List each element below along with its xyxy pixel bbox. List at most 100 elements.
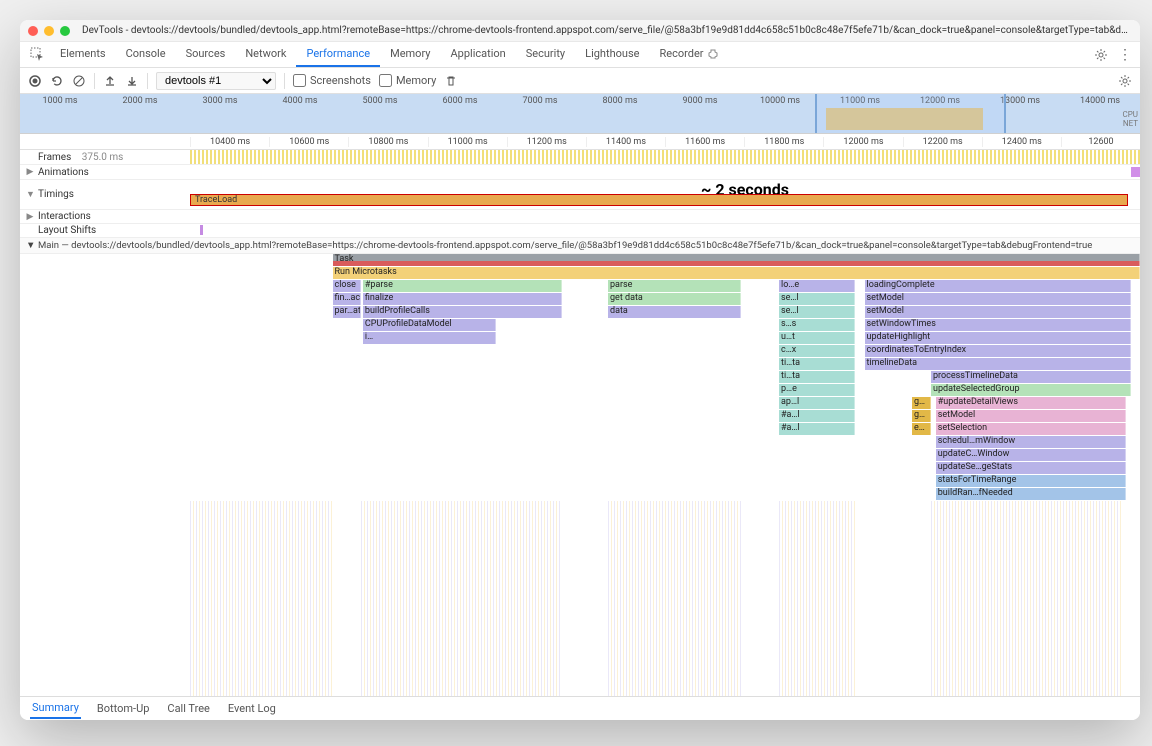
tab-sources[interactable]: Sources — [176, 42, 236, 67]
flame-bar[interactable]: statsForTimeRange — [936, 475, 1126, 487]
traceload-marker[interactable]: TraceLoad — [190, 194, 1128, 206]
flame-bar[interactable]: setModel — [936, 410, 1126, 422]
flame-bar[interactable]: i… — [363, 332, 496, 344]
flame-row: updateC…Window — [190, 449, 1140, 462]
perf-toolbar: devtools #1 Screenshots Memory — [20, 68, 1140, 94]
flame-bar[interactable]: processTimelineData — [931, 371, 1131, 383]
inspect-icon[interactable] — [24, 42, 50, 67]
flame-bar[interactable]: c…x — [779, 345, 855, 357]
tab-memory[interactable]: Memory — [380, 42, 440, 67]
tab-elements[interactable]: Elements — [50, 42, 116, 67]
flame-bar[interactable]: g… — [912, 410, 931, 422]
flame-bar[interactable]: lo…e — [779, 280, 855, 292]
flame-bar[interactable]: ti…ta — [779, 371, 855, 383]
window-title: DevTools - devtools://devtools/bundled/d… — [82, 25, 1132, 36]
flame-bar[interactable]: #parse — [363, 280, 563, 292]
tab-performance[interactable]: Performance — [296, 42, 380, 67]
flame-bar[interactable]: Run Microtasks — [333, 267, 1141, 279]
flame-row: fin…acefinalize get data se…l setModel — [190, 293, 1140, 306]
flame-bar[interactable]: ti…ta — [779, 358, 855, 370]
close-window-button[interactable] — [28, 26, 38, 36]
settings-icon[interactable] — [1094, 48, 1108, 62]
flame-bar[interactable]: par…at — [333, 306, 362, 318]
clear-icon[interactable] — [72, 74, 86, 88]
flame-bar[interactable]: se…l — [779, 293, 855, 305]
flame-row: close#parse parse lo…e loadingComplete — [190, 280, 1140, 293]
titlebar: DevTools - devtools://devtools/bundled/d… — [20, 20, 1140, 42]
flame-bar[interactable]: timelineData — [865, 358, 1131, 370]
flame-row: Task — [190, 254, 1140, 267]
flame-bar[interactable]: #updateDetailViews — [936, 397, 1126, 409]
flame-row: c…x coordinatesToEntryIndex — [190, 345, 1140, 358]
capture-settings-icon[interactable] — [1118, 74, 1132, 88]
flame-row: CPUProfileDataModel s…s setWindowTimes — [190, 319, 1140, 332]
track-timings[interactable]: ▼Timings ~ 2 seconds TraceLoad — [20, 180, 1140, 210]
details-tab-bottom-up[interactable]: Bottom-Up — [95, 699, 152, 718]
flame-bar[interactable]: updateSelectedGroup — [931, 384, 1131, 396]
flame-bar[interactable]: setModel — [865, 293, 1131, 305]
screenshots-checkbox[interactable]: Screenshots — [293, 74, 371, 87]
flame-bar[interactable]: ap…l — [779, 397, 855, 409]
flame-bar[interactable]: schedul…mWindow — [936, 436, 1126, 448]
flame-bar[interactable]: p…e — [779, 384, 855, 396]
trash-icon[interactable] — [444, 74, 458, 88]
flame-row: Run Microtasks — [190, 267, 1140, 280]
flame-bar[interactable]: updateSe…geStats — [936, 462, 1126, 474]
reload-icon[interactable] — [50, 74, 64, 88]
flame-bar[interactable]: e… — [912, 423, 931, 435]
flame-bar[interactable]: updateC…Window — [936, 449, 1126, 461]
upload-icon[interactable] — [103, 74, 117, 88]
track-interactions[interactable]: ▶Interactions — [20, 210, 1140, 224]
flame-bar[interactable]: #a…l — [779, 423, 855, 435]
flame-bar[interactable]: u…t — [779, 332, 855, 344]
flame-bar[interactable]: CPUProfileDataModel — [363, 319, 496, 331]
flame-chart[interactable]: TaskRun Microtasksclose#parse parse lo…e lo… — [20, 254, 1140, 696]
flame-row: par…atbuildProfileCalls data se…l setModel — [190, 306, 1140, 319]
track-layout-shifts[interactable]: Layout Shifts — [20, 224, 1140, 238]
details-tab-call-tree[interactable]: Call Tree — [165, 699, 211, 718]
timeline-overview[interactable]: 1000 ms2000 ms3000 ms4000 ms5000 ms6000 … — [20, 94, 1140, 134]
flame-bar[interactable]: parse — [608, 280, 741, 292]
tab-security[interactable]: Security — [516, 42, 575, 67]
tab-recorder[interactable]: Recorder — [649, 42, 727, 67]
flame-bar[interactable]: buildProfileCalls — [363, 306, 563, 318]
record-icon[interactable] — [28, 74, 42, 88]
flame-bar[interactable]: s…s — [779, 319, 855, 331]
flame-bar[interactable]: setWindowTimes — [865, 319, 1131, 331]
track-animations[interactable]: ▶Animations — [20, 165, 1140, 180]
flame-bar[interactable]: setSelection — [936, 423, 1126, 435]
details-tab-event-log[interactable]: Event Log — [226, 699, 278, 718]
session-select[interactable]: devtools #1 — [156, 72, 276, 90]
tracks: Frames 375.0 ms ▶Animations ▼Timings ~ 2… — [20, 150, 1140, 238]
download-icon[interactable] — [125, 74, 139, 88]
memory-checkbox[interactable]: Memory — [379, 74, 436, 87]
flame-bar[interactable]: fin…ace — [333, 293, 362, 305]
tab-lighthouse[interactable]: Lighthouse — [575, 42, 649, 67]
minimize-window-button[interactable] — [44, 26, 54, 36]
flame-bar[interactable]: se…l — [779, 306, 855, 318]
flame-row: p…e updateSelectedGroup — [190, 384, 1140, 397]
flame-bar[interactable]: get data — [608, 293, 741, 305]
zoom-window-button[interactable] — [60, 26, 70, 36]
tab-network[interactable]: Network — [235, 42, 296, 67]
details-tab-summary[interactable]: Summary — [30, 698, 81, 719]
flame-bar[interactable]: setModel — [865, 306, 1131, 318]
tab-application[interactable]: Application — [440, 42, 515, 67]
flame-bar[interactable]: Task — [333, 254, 1141, 266]
flame-bar[interactable]: coordinatesToEntryIndex — [865, 345, 1131, 357]
flame-row: schedul…mWindow — [190, 436, 1140, 449]
flame-bar[interactable]: #a…l — [779, 410, 855, 422]
flame-bar[interactable]: data — [608, 306, 741, 318]
flame-bar[interactable]: g… — [912, 397, 931, 409]
more-icon[interactable]: ⋮ — [1118, 47, 1132, 63]
flame-bar[interactable]: finalize — [363, 293, 563, 305]
flame-bar[interactable]: close — [333, 280, 362, 292]
tab-console[interactable]: Console — [116, 42, 176, 67]
track-frames[interactable]: Frames 375.0 ms — [20, 150, 1140, 165]
flame-row: #a…l e… setSelection — [190, 423, 1140, 436]
flame-bar[interactable]: buildRan…fNeeded — [936, 488, 1126, 500]
main-thread-header[interactable]: ▼Main — devtools://devtools/bundled/devt… — [20, 238, 1140, 254]
flame-bar[interactable]: updateHighlight — [865, 332, 1131, 344]
flame-row: i… u…t updateHighlight — [190, 332, 1140, 345]
flame-bar[interactable]: loadingComplete — [865, 280, 1131, 292]
